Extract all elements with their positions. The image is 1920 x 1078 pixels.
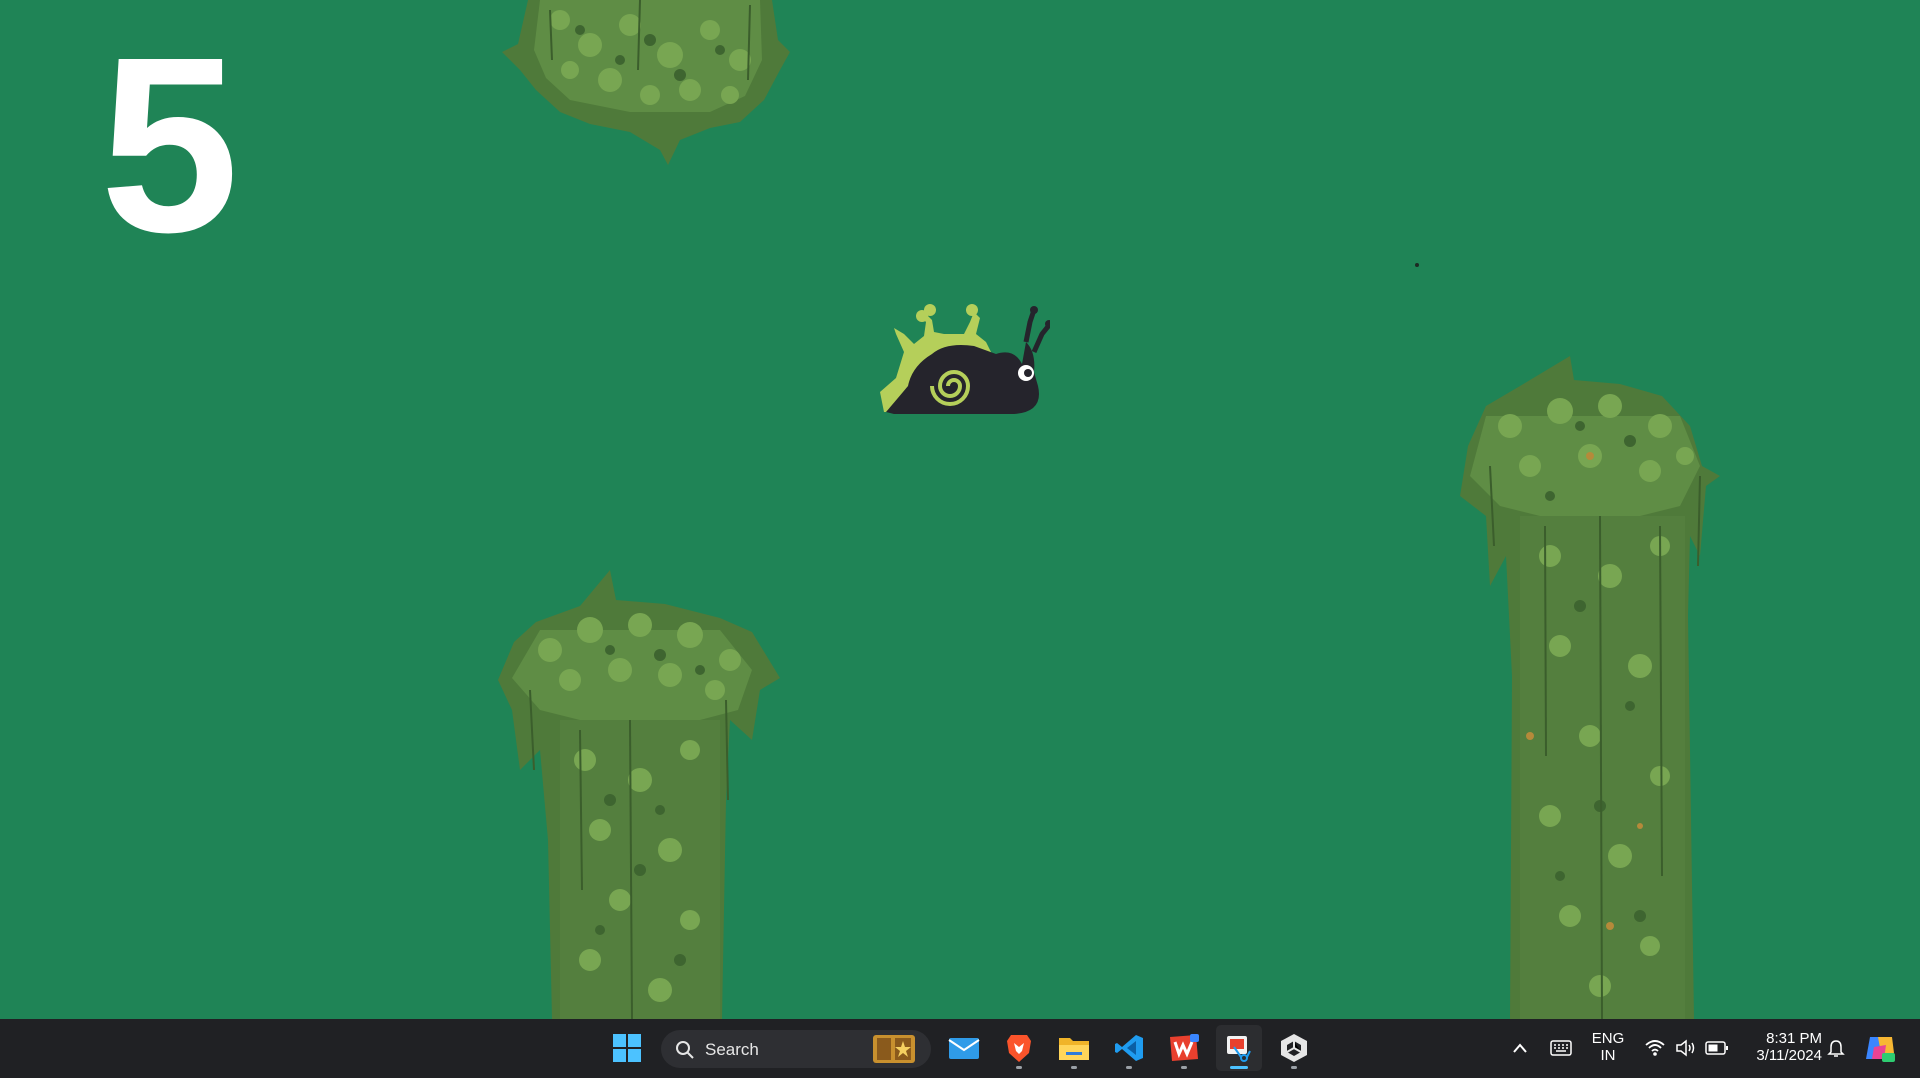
mail-app[interactable] [941,1025,987,1071]
search-highlight-icon [873,1035,915,1063]
game-canvas[interactable]: 5 [0,0,1920,1019]
running-indicator-active [1230,1066,1248,1069]
keyboard-icon[interactable] [1550,1039,1572,1057]
snipping-tool-app[interactable] [1216,1025,1262,1071]
start-icon [613,1034,641,1062]
region-code: IN [1600,1047,1616,1064]
bottom-pillar-left [498,570,780,1019]
volume-icon[interactable] [1675,1039,1697,1057]
running-indicator [1071,1066,1077,1069]
file-explorer-icon [1059,1038,1089,1060]
clock-date: 3/11/2024 [1756,1047,1822,1064]
wps-office-app[interactable] [1161,1025,1207,1071]
score-counter: 5 [100,5,240,284]
vscode-app[interactable] [1106,1025,1152,1071]
taskbar: Search ENG IN 8:31 PM 3/11/2024 [0,1019,1920,1078]
language-code: ENG [1591,1030,1625,1047]
running-indicator [1126,1066,1132,1069]
copilot-icon[interactable] [1864,1033,1896,1063]
bottom-pillar-right [1460,356,1720,1019]
top-pillar [502,0,790,165]
wifi-icon[interactable] [1645,1039,1665,1057]
debris-dot [1415,263,1419,267]
running-indicator [1181,1066,1187,1069]
snipping-tool-icon [1227,1036,1251,1062]
unity-icon [1281,1034,1307,1062]
running-indicator [1291,1066,1297,1069]
mail-icon [948,1038,980,1059]
notification-bell-icon[interactable] [1826,1038,1846,1058]
vscode-icon [1115,1035,1143,1061]
chevron-up-icon[interactable] [1512,1041,1528,1055]
language-indicator[interactable]: ENG IN [1590,1030,1626,1064]
unity-app[interactable] [1271,1025,1317,1071]
search-placeholder: Search [705,1040,759,1059]
file-explorer-app[interactable] [1051,1025,1097,1071]
clock[interactable]: 8:31 PM 3/11/2024 [1740,1030,1822,1064]
snail-player [880,304,1050,414]
battery-icon[interactable] [1705,1040,1729,1056]
taskbar-search[interactable]: Search [661,1030,931,1068]
search-icon [676,1041,694,1059]
clock-time: 8:31 PM [1766,1030,1822,1047]
brave-app[interactable] [996,1025,1042,1071]
wps-office-icon [1170,1034,1199,1061]
running-indicator [1016,1066,1022,1069]
brave-icon [1007,1035,1031,1062]
start-button[interactable] [604,1025,650,1071]
